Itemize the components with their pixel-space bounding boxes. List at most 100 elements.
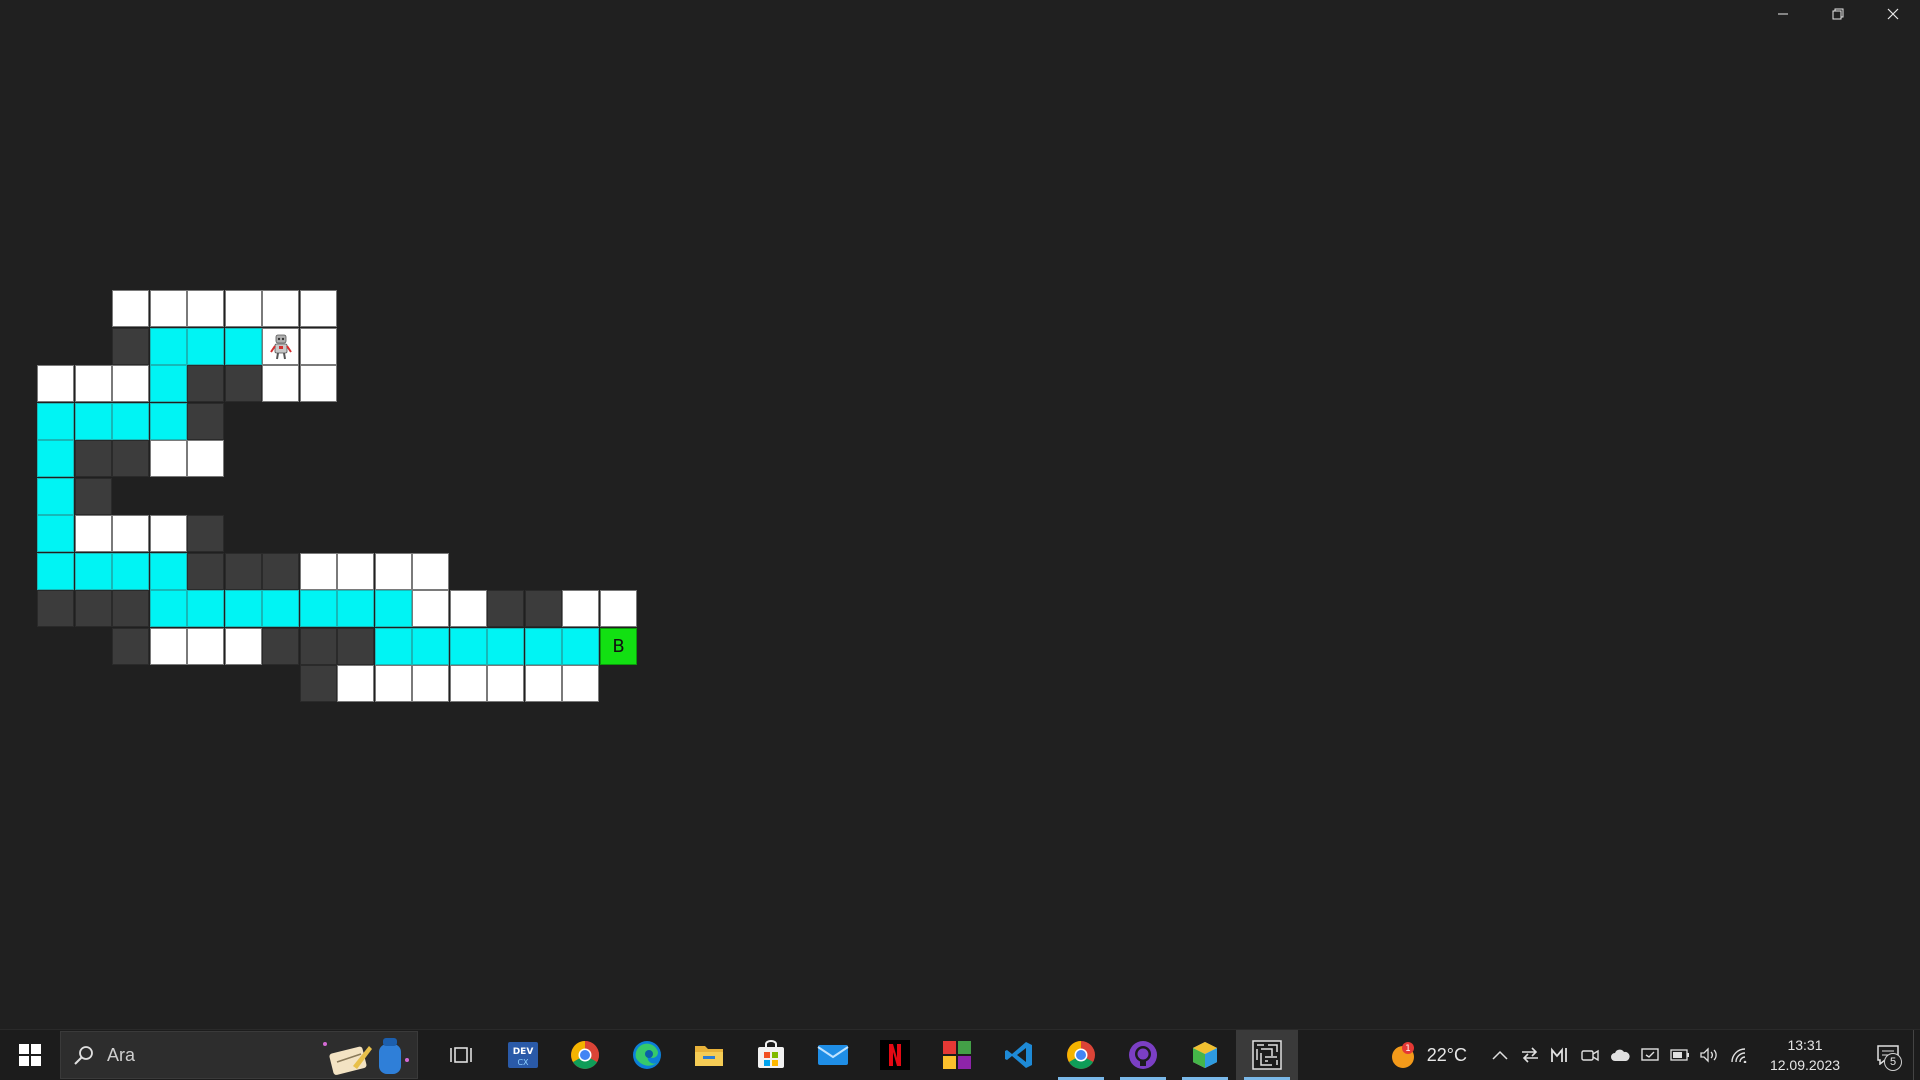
- wall-cell: [187, 515, 224, 552]
- open-cell: [37, 365, 74, 402]
- maze-grid: B: [37, 290, 637, 704]
- open-cell: [187, 290, 224, 327]
- task-view-button[interactable]: [430, 1030, 492, 1080]
- path-cell: [37, 403, 74, 440]
- open-cell: [150, 290, 187, 327]
- wall-cell: [187, 553, 224, 590]
- path-cell: [187, 328, 224, 365]
- cube-app-button[interactable]: [1174, 1030, 1236, 1080]
- path-cell: [225, 328, 262, 365]
- open-cell: [150, 515, 187, 552]
- monitor-check-icon: [1641, 1048, 1659, 1061]
- path-cell: [37, 515, 74, 552]
- open-cell: [112, 290, 149, 327]
- minimize-button[interactable]: [1755, 0, 1810, 27]
- path-cell: [150, 553, 187, 590]
- path-cell: [150, 365, 187, 402]
- open-cell: [337, 665, 374, 702]
- wall-cell: [112, 590, 149, 627]
- restore-button[interactable]: [1810, 0, 1865, 27]
- chrome-button-2[interactable]: [1050, 1030, 1112, 1080]
- windows-logo-icon: [19, 1044, 41, 1066]
- path-cell: [187, 590, 224, 627]
- restore-icon: [1832, 8, 1843, 19]
- start-button[interactable]: [0, 1030, 60, 1080]
- maze-app-button[interactable]: [1236, 1030, 1298, 1080]
- notification-center-button[interactable]: 5: [1863, 1030, 1913, 1080]
- open-cell: [300, 553, 337, 590]
- path-cell: [262, 590, 299, 627]
- app-grid-button[interactable]: [926, 1030, 988, 1080]
- path-cell: [75, 403, 112, 440]
- wall-cell: [262, 628, 299, 665]
- open-cell: [300, 290, 337, 327]
- battery-button[interactable]: [1665, 1030, 1695, 1080]
- edge-button[interactable]: [616, 1030, 678, 1080]
- open-cell: [150, 628, 187, 665]
- wall-cell: [337, 628, 374, 665]
- path-cell: [225, 590, 262, 627]
- wall-cell: [262, 553, 299, 590]
- wall-cell: [225, 365, 262, 402]
- tray-cloud-icon-button[interactable]: [1605, 1030, 1635, 1080]
- open-cell: [225, 628, 262, 665]
- svg-text:1: 1: [1405, 1044, 1411, 1054]
- open-cell: [300, 328, 337, 365]
- mail-icon: [817, 1045, 849, 1065]
- app-grid-icon: [943, 1041, 971, 1069]
- tray-security-icon-button[interactable]: [1635, 1030, 1665, 1080]
- clock[interactable]: 13:31 12.09.2023: [1765, 1035, 1845, 1075]
- open-cell: [412, 590, 449, 627]
- open-cell: [412, 665, 449, 702]
- microsoft-store-button[interactable]: [740, 1030, 802, 1080]
- microsoft-store-icon: [758, 1040, 784, 1068]
- path-cell: [37, 553, 74, 590]
- volume-button[interactable]: [1695, 1030, 1725, 1080]
- search-box[interactable]: Ara: [60, 1031, 418, 1079]
- weather-temperature: 22°C: [1426, 1044, 1467, 1065]
- tray-camera-icon-button[interactable]: [1575, 1030, 1605, 1080]
- wall-cell: [75, 590, 112, 627]
- close-button[interactable]: [1865, 0, 1920, 27]
- taskbar-apps: DEV CX: [430, 1030, 1298, 1080]
- file-explorer-button[interactable]: [678, 1030, 740, 1080]
- maze-app-icon: [1252, 1040, 1282, 1070]
- path-cell: [487, 628, 524, 665]
- open-cell: [112, 515, 149, 552]
- open-cell: [412, 553, 449, 590]
- show-hidden-icons-button[interactable]: [1485, 1030, 1515, 1080]
- edge-icon: [633, 1041, 661, 1069]
- wall-cell: [112, 440, 149, 477]
- bar-meter-icon: [1551, 1047, 1567, 1062]
- github-desktop-button[interactable]: [1112, 1030, 1174, 1080]
- search-highlight-illustration-icon: [323, 1038, 409, 1075]
- wifi-button[interactable]: [1725, 1030, 1755, 1080]
- devcx-button[interactable]: DEV CX: [492, 1030, 554, 1080]
- vscode-button[interactable]: [988, 1030, 1050, 1080]
- wall-cell: [75, 478, 112, 515]
- open-cell: [375, 665, 412, 702]
- tray-sync-icon-button[interactable]: [1515, 1030, 1545, 1080]
- tray-meter-icon-button[interactable]: [1545, 1030, 1575, 1080]
- cube-app-icon: [1193, 1042, 1217, 1068]
- path-cell: [150, 590, 187, 627]
- path-cell: [37, 478, 74, 515]
- show-desktop-button[interactable]: [1913, 1030, 1920, 1080]
- chrome-button[interactable]: [554, 1030, 616, 1080]
- vscode-icon: [1005, 1042, 1032, 1068]
- search-input[interactable]: Ara: [107, 1045, 135, 1066]
- goal-label: B: [612, 636, 625, 657]
- wall-cell: [112, 328, 149, 365]
- weather-widget[interactable]: 1 22°C: [1389, 1041, 1467, 1069]
- path-cell: [375, 628, 412, 665]
- github-desktop-icon: [1129, 1041, 1157, 1069]
- mail-button[interactable]: [802, 1030, 864, 1080]
- netflix-button[interactable]: [864, 1030, 926, 1080]
- clock-time: 13:31: [1787, 1037, 1823, 1053]
- svg-text:DEV: DEV: [513, 1047, 534, 1057]
- path-cell: [525, 628, 562, 665]
- wall-cell: [187, 403, 224, 440]
- clock-date: 12.09.2023: [1769, 1057, 1841, 1073]
- svg-text:CX: CX: [517, 1058, 529, 1067]
- file-explorer-icon: [695, 1046, 723, 1066]
